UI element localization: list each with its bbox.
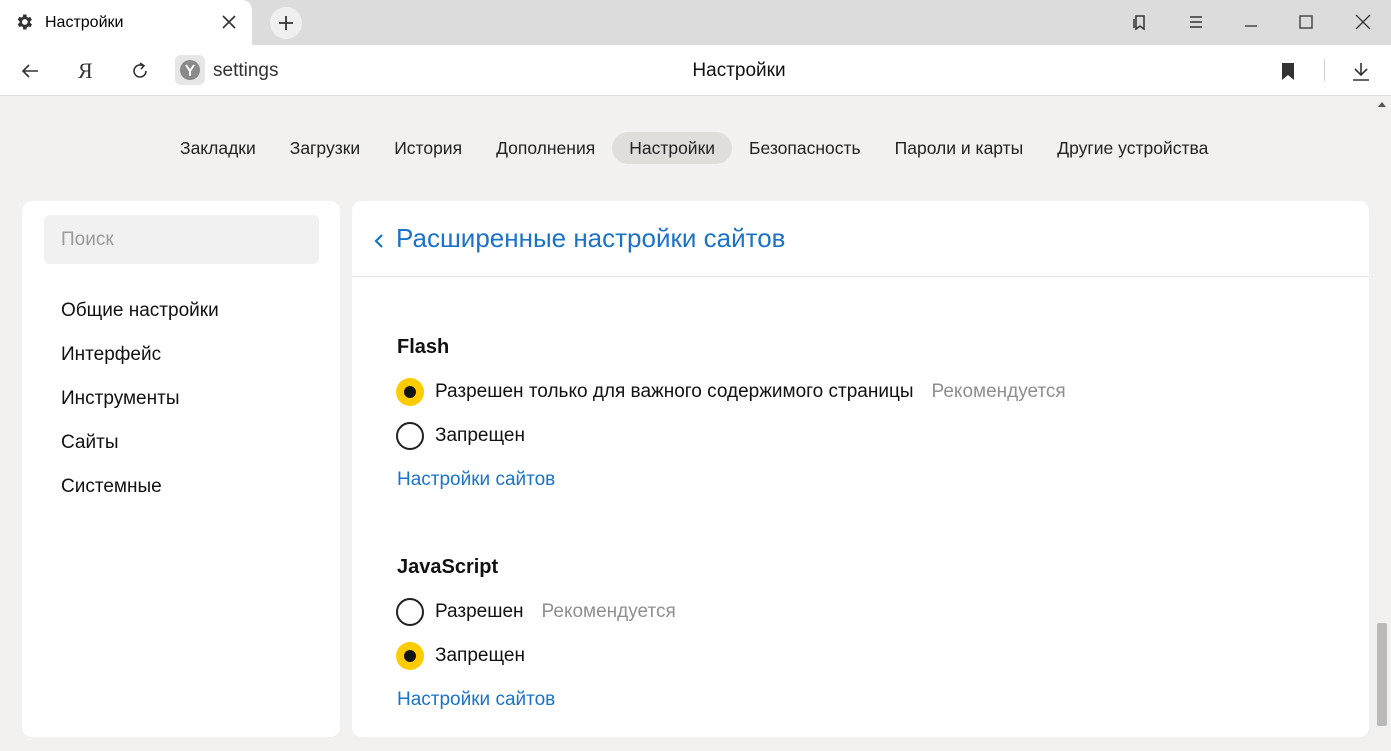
page-heading[interactable]: Расширенные настройки сайтов [396, 223, 786, 254]
recommended-hint: Рекомендуется [541, 601, 676, 622]
nav-bookmarks[interactable]: Закладки [163, 132, 273, 164]
radio-button[interactable] [396, 422, 424, 450]
window-close-icon[interactable] [1353, 12, 1373, 32]
new-tab-button[interactable] [270, 7, 302, 39]
sidebar-item-tools[interactable]: Инструменты [61, 387, 219, 431]
sidebar-item-interface[interactable]: Интерфейс [61, 343, 219, 387]
hamburger-menu-icon[interactable] [1186, 12, 1206, 32]
download-icon[interactable] [1350, 60, 1372, 82]
sidebar-item-general[interactable]: Общие настройки [61, 299, 219, 343]
minimize-icon[interactable] [1241, 12, 1261, 32]
radio-button[interactable] [396, 378, 424, 406]
tab-title: Настройки [45, 14, 124, 31]
close-icon[interactable] [220, 13, 238, 31]
nav-passwords[interactable]: Пароли и карты [878, 132, 1041, 164]
settings-sidebar: Общие настройки Интерфейс Инструменты Са… [22, 201, 340, 737]
site-settings-link[interactable]: Настройки сайтов [397, 469, 555, 491]
divider [352, 276, 1369, 277]
nav-history[interactable]: История [377, 132, 479, 164]
scroll-up-arrow-icon[interactable] [1378, 102, 1386, 107]
search-input[interactable] [44, 215, 319, 264]
sidebar-item-system[interactable]: Системные [61, 475, 219, 519]
separator [1324, 59, 1325, 81]
nav-security[interactable]: Безопасность [732, 132, 878, 164]
site-settings-link[interactable]: Настройки сайтов [397, 689, 555, 711]
scrollbar-thumb[interactable] [1377, 623, 1387, 726]
section-title-flash: Flash [397, 336, 450, 358]
nav-devices[interactable]: Другие устройства [1040, 132, 1225, 164]
browser-tab[interactable]: Настройки [0, 0, 252, 45]
plus-icon [279, 16, 293, 30]
chevron-left-icon[interactable] [372, 231, 386, 251]
gear-icon [17, 14, 32, 30]
radio-button[interactable] [396, 642, 424, 670]
settings-main-panel: Расширенные настройки сайтов Flash Разре… [352, 201, 1369, 737]
sidebar-item-sites[interactable]: Сайты [61, 431, 219, 475]
maximize-icon[interactable] [1296, 12, 1316, 32]
radio-label[interactable]: Разрешен [435, 601, 524, 623]
section-title-javascript: JavaScript [397, 556, 499, 578]
settings-top-nav: Закладки Загрузки История Дополнения Нас… [163, 132, 1225, 164]
nav-downloads[interactable]: Загрузки [273, 132, 377, 164]
recommended-hint: Рекомендуется [931, 381, 1066, 402]
radio-option[interactable]: Запрещен [396, 422, 525, 450]
nav-settings[interactable]: Настройки [612, 132, 733, 164]
sidebar-nav: Общие настройки Интерфейс Инструменты Са… [61, 299, 219, 519]
collections-icon[interactable] [1130, 12, 1150, 32]
address-bar: Я settings Настройки [0, 45, 1391, 96]
scrollbar[interactable] [1374, 96, 1391, 751]
page-title: Настройки [692, 60, 786, 81]
radio-label[interactable]: Разрешен только для важного содержимого … [435, 381, 914, 403]
nav-extensions[interactable]: Дополнения [479, 132, 612, 164]
radio-label[interactable]: Запрещен [435, 645, 525, 667]
radio-label[interactable]: Запрещен [435, 425, 525, 447]
tab-strip: Настройки [0, 0, 1391, 45]
radio-option[interactable]: Запрещен [396, 642, 525, 670]
radio-option[interactable]: Разрешен Рекомендуется [396, 598, 676, 626]
bookmark-icon[interactable] [1277, 60, 1299, 82]
radio-option[interactable]: Разрешен только для важного содержимого … [396, 378, 1066, 406]
radio-button[interactable] [396, 598, 424, 626]
